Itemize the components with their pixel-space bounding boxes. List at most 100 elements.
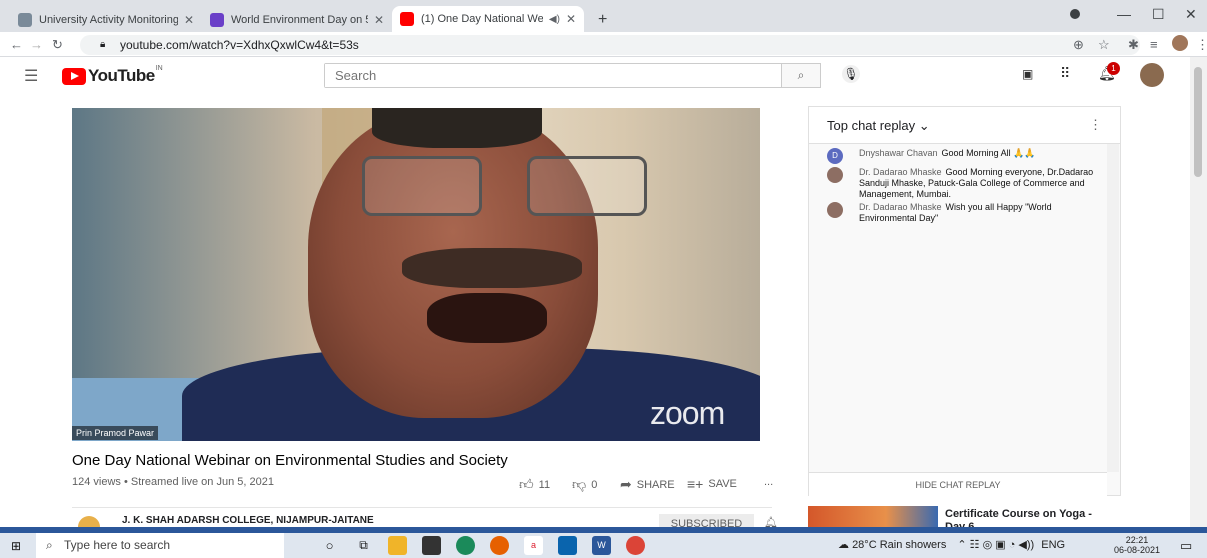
forward-icon[interactable]: → bbox=[30, 37, 43, 52]
like-button[interactable]: 👍︎ 11 bbox=[519, 476, 550, 493]
chat-author: Dnyshawar Chavan bbox=[859, 148, 938, 158]
search-icon: ⌕ bbox=[46, 538, 53, 552]
close-tab-icon[interactable]: ✕ bbox=[566, 12, 576, 26]
chat-message: Dr. Dadarao Mhaske Good Morning everyone,… bbox=[827, 167, 1097, 200]
account-avatar[interactable] bbox=[1140, 63, 1164, 87]
word-icon[interactable]: W bbox=[592, 536, 611, 555]
tab-title: World Environment Day on 5th Ju bbox=[231, 14, 368, 26]
video-glasses-right bbox=[527, 156, 647, 216]
voice-search-icon[interactable]: 🎙︎ bbox=[842, 65, 860, 83]
chat-scrollbar[interactable] bbox=[1107, 144, 1119, 472]
language-indicator[interactable]: ENG bbox=[1041, 539, 1065, 551]
video-hair bbox=[372, 108, 542, 148]
search-button[interactable]: ⌕ bbox=[781, 63, 821, 88]
channel-name[interactable]: J. K. SHAH ADARSH COLLEGE, NIJAMPUR-JAIT… bbox=[122, 515, 374, 526]
cortana-icon[interactable]: ○ bbox=[320, 536, 339, 555]
scrollbar-thumb[interactable] bbox=[1194, 67, 1202, 177]
taskbar-search[interactable]: ⌕ Type here to search bbox=[36, 533, 284, 558]
playlist-add-icon: ≡+ bbox=[687, 476, 704, 492]
lock-icon[interactable]: 🔒︎ bbox=[100, 35, 105, 55]
notification-badge: 1 bbox=[1107, 62, 1120, 75]
new-tab-button[interactable]: + bbox=[590, 8, 616, 32]
app-icon[interactable]: a bbox=[524, 536, 543, 555]
browser-tab[interactable]: World Environment Day on 5th Ju ✕ bbox=[202, 8, 392, 32]
chat-menu-icon[interactable]: ⋮ bbox=[1089, 117, 1102, 133]
channel-row: J. K. SHAH ADARSH COLLEGE, NIJAMPUR-JAIT… bbox=[72, 507, 778, 538]
chat-mode-dropdown[interactable]: Top chat replay ⌄ bbox=[827, 118, 930, 133]
weather-text[interactable]: 28°C Rain showers bbox=[852, 539, 946, 551]
share-arrow-icon: ➦ bbox=[620, 476, 632, 492]
clock[interactable]: 22:21 06-08-2021 bbox=[1114, 535, 1160, 555]
browser-toolbar: ← → ↻ 🔒︎ youtube.com/watch?v=XdhxQxwlCw4… bbox=[0, 32, 1207, 57]
like-count: 11 bbox=[538, 478, 551, 491]
edge-icon[interactable] bbox=[456, 536, 475, 555]
minimize-button[interactable]: — bbox=[1117, 6, 1131, 22]
address-bar[interactable]: 🔒︎ youtube.com/watch?v=XdhxQxwlCw4&t=53s bbox=[80, 35, 1140, 55]
profile-avatar[interactable] bbox=[1172, 35, 1188, 51]
store-icon[interactable] bbox=[422, 536, 441, 555]
reading-list-icon[interactable]: ≡ bbox=[1150, 37, 1158, 52]
close-tab-icon[interactable]: ✕ bbox=[184, 13, 194, 27]
extensions-icon[interactable]: ✱ bbox=[1128, 37, 1139, 53]
youtube-wordmark: YouTube bbox=[88, 66, 155, 85]
create-video-icon[interactable]: ▣ bbox=[1022, 67, 1033, 81]
chat-avatar bbox=[827, 167, 843, 183]
chat-message: Dr. Dadarao Mhaske Wish you all Happy "Wo… bbox=[827, 202, 1097, 224]
youtube-play-icon bbox=[62, 67, 86, 85]
close-window-button[interactable]: ✕ bbox=[1185, 6, 1197, 23]
firefox-icon[interactable] bbox=[490, 536, 509, 555]
file-explorer-icon[interactable] bbox=[388, 536, 407, 555]
search-box[interactable] bbox=[324, 63, 811, 88]
thumbs-up-icon: 👍︎ bbox=[519, 476, 534, 492]
clock-time: 22:21 bbox=[1125, 535, 1149, 545]
share-label: SHARE bbox=[636, 478, 675, 491]
url-text: youtube.com/watch?v=XdhxQxwlCw4&t=53s bbox=[120, 38, 359, 52]
chat-header: Top chat replay ⌄ ⋮ bbox=[809, 107, 1120, 144]
tray-icons[interactable]: ⌃ ☷ ◎ ▣ ◔ ◀︎)) bbox=[957, 539, 1034, 551]
maximize-button[interactable]: ☐ bbox=[1152, 6, 1165, 23]
search-icon: ⌕ bbox=[797, 68, 805, 82]
close-tab-icon[interactable]: ✕ bbox=[374, 13, 384, 27]
install-icon[interactable]: ⊕ bbox=[1073, 37, 1084, 53]
tab-favicon-icon bbox=[18, 13, 32, 27]
youtube-logo[interactable]: YouTube IN bbox=[62, 64, 163, 86]
recommended-title[interactable]: Certificate Course on Yoga - Day 6 bbox=[945, 508, 1115, 528]
browser-tab[interactable]: University Activity Monitoring Po ✕ bbox=[10, 8, 202, 32]
weather-icon[interactable]: ☁︎ bbox=[838, 539, 849, 551]
save-button[interactable]: ≡+ SAVE bbox=[687, 476, 737, 492]
mute-icon[interactable]: ◀︎) bbox=[549, 14, 560, 25]
share-button[interactable]: ➦ SHARE bbox=[620, 476, 675, 493]
bookmark-star-icon[interactable]: ☆ bbox=[1098, 37, 1110, 53]
chat-replay-panel: Top chat replay ⌄ ⋮ D Dnyshawar Chavan Go… bbox=[808, 106, 1121, 496]
system-tray: ☁︎ 28°C Rain showers ⌃ ☷ ◎ ▣ ◔ ◀︎)) ENG bbox=[838, 533, 1065, 558]
chrome-icon[interactable] bbox=[626, 536, 645, 555]
video-moustache bbox=[402, 248, 582, 288]
browser-tab-active[interactable]: (1) One Day National Webina ◀︎) ✕ bbox=[392, 6, 584, 32]
tab-title: (1) One Day National Webina bbox=[421, 13, 543, 25]
more-actions-button[interactable]: ... bbox=[764, 476, 773, 488]
mail-icon[interactable] bbox=[558, 536, 577, 555]
page-scrollbar[interactable] bbox=[1190, 57, 1207, 528]
speaker-name-label: Prin Pramod Pawar bbox=[72, 426, 159, 440]
avatar-letter: D bbox=[832, 151, 838, 160]
chat-avatar bbox=[827, 202, 843, 218]
video-player[interactable]: zoom Prin Pramod Pawar bbox=[72, 108, 760, 441]
windows-start-icon[interactable]: ⊞ bbox=[11, 539, 21, 553]
video-glasses-left bbox=[362, 156, 482, 216]
recommended-thumbnail[interactable] bbox=[808, 506, 938, 528]
dislike-button[interactable]: 👎︎ 0 bbox=[572, 476, 597, 493]
reload-icon[interactable]: ↻ bbox=[52, 37, 63, 53]
country-code: IN bbox=[155, 64, 163, 72]
hamburger-menu-icon[interactable]: ☰ bbox=[24, 66, 38, 86]
recommended-video[interactable]: Certificate Course on Yoga - Day 6 bbox=[808, 506, 1121, 528]
apps-grid-icon[interactable]: ⠿ bbox=[1060, 65, 1070, 82]
hide-chat-button[interactable]: HIDE CHAT REPLAY bbox=[809, 472, 1107, 496]
browser-menu-icon[interactable]: ⋮ bbox=[1196, 37, 1207, 53]
search-input[interactable] bbox=[325, 64, 810, 87]
back-icon[interactable]: ← bbox=[10, 37, 23, 52]
notification-center-icon[interactable]: ▭ bbox=[1180, 538, 1192, 554]
task-view-icon[interactable]: ⧉ bbox=[354, 536, 373, 555]
chat-mode-label: Top chat replay bbox=[827, 118, 916, 133]
video-meta: 124 views • Streamed live on Jun 5, 2021 bbox=[72, 476, 274, 488]
profile-dot-icon[interactable] bbox=[1070, 9, 1080, 19]
